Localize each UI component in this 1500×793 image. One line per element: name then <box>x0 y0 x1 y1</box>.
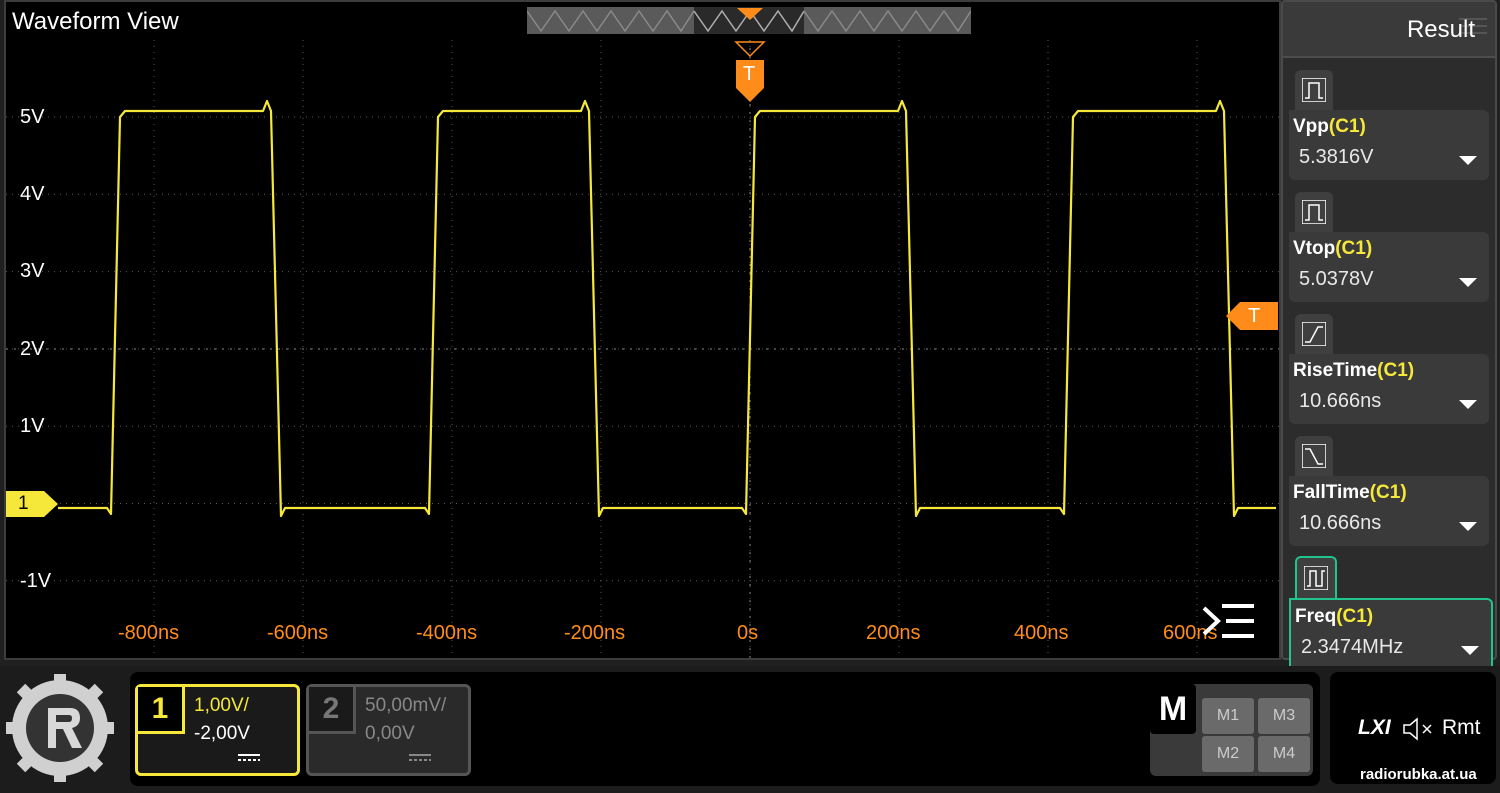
watermark-text: radiorubka.at.ua <box>1360 766 1477 783</box>
math-panel[interactable]: M M1 M3 M2 M4 <box>1150 684 1313 776</box>
result-title: Result <box>1406 16 1475 43</box>
channel-2-button[interactable]: 2 50,00mV/ 0,00V <box>306 684 471 776</box>
pulse-width-icon <box>1295 192 1333 232</box>
lxi-label: LXI <box>1358 716 1391 739</box>
trigger-position-marker[interactable]: T <box>734 40 766 104</box>
channel-scale: 1,00V/ <box>194 695 249 716</box>
channel-1-offset-marker[interactable]: 1 <box>6 491 58 517</box>
y-tick-label: 2V <box>20 338 45 360</box>
chevron-down-icon[interactable] <box>1461 646 1479 655</box>
collapse-menu-icon[interactable] <box>1200 600 1256 642</box>
x-tick-label: -600ns <box>267 622 329 644</box>
speaker-mute-icon[interactable] <box>1402 716 1438 742</box>
math-m4-button[interactable]: M4 <box>1258 736 1310 772</box>
trigger-marker-label: T <box>743 63 756 85</box>
waveform-overview-bar[interactable] <box>527 7 971 34</box>
measurement-value: 10.666ns <box>1299 390 1382 412</box>
waveform-title: Waveform View <box>12 8 179 35</box>
math-m1-button[interactable]: M1 <box>1202 698 1254 734</box>
channel-scale: 50,00mV/ <box>365 695 447 716</box>
channel-1-button[interactable]: 1 1,00V/ -2,00V <box>135 684 300 776</box>
chevron-down-icon[interactable] <box>1459 400 1477 409</box>
chevron-down-icon[interactable] <box>1459 278 1477 287</box>
waveform-plot[interactable] <box>0 0 1281 662</box>
measurement-value: 2.3474MHz <box>1301 636 1404 658</box>
measurement-value: 10.666ns <box>1299 512 1382 534</box>
x-tick-label: -800ns <box>118 622 180 644</box>
x-tick-label: 200ns <box>866 622 921 644</box>
dc-coupling-icon <box>238 754 260 761</box>
channel-offset: -2,00V <box>194 723 250 744</box>
pulse-width-icon <box>1295 70 1333 110</box>
rise-edge-icon <box>1295 314 1333 354</box>
y-tick-label: 5V <box>20 106 45 128</box>
fall-edge-icon <box>1295 436 1333 476</box>
measurement-card-freq[interactable]: Freq(C1) 2.3474MHz <box>1289 556 1493 672</box>
channel-1-marker-label: 1 <box>18 493 29 514</box>
math-label[interactable]: M <box>1150 684 1196 734</box>
x-tick-label: -200ns <box>564 622 626 644</box>
result-header[interactable]: Result <box>1283 2 1495 58</box>
measurement-card-vtop[interactable]: Vtop(C1) 5.0378V <box>1289 192 1489 304</box>
channel-offset: 0,00V <box>365 723 415 744</box>
measurement-name: Vpp(C1) <box>1293 116 1366 137</box>
measurement-value: 5.0378V <box>1299 268 1374 290</box>
channel-number: 2 <box>309 687 356 734</box>
measurement-card-falltime[interactable]: FallTime(C1) 10.666ns <box>1289 436 1489 548</box>
x-tick-label: 400ns <box>1014 622 1069 644</box>
math-m2-button[interactable]: M2 <box>1202 736 1254 772</box>
rigol-logo-button[interactable] <box>4 672 116 784</box>
channel-number: 1 <box>138 687 185 734</box>
y-tick-label: 4V <box>20 183 45 205</box>
measurement-card-vpp[interactable]: Vpp(C1) 5.3816V <box>1289 70 1489 182</box>
math-m3-button[interactable]: M3 <box>1258 698 1310 734</box>
measurement-name: Vtop(C1) <box>1293 238 1373 259</box>
remote-status-label: Rmt <box>1442 716 1481 739</box>
measurement-name: RiseTime(C1) <box>1293 360 1415 381</box>
measurement-name: Freq(C1) <box>1295 606 1374 627</box>
y-tick-label: -1V <box>20 570 52 592</box>
trigger-level-marker[interactable]: T <box>1226 302 1278 330</box>
measurement-card-risetime[interactable]: RiseTime(C1) 10.666ns <box>1289 314 1489 426</box>
measurement-name: FallTime(C1) <box>1293 482 1407 503</box>
x-tick-label: -400ns <box>416 622 478 644</box>
result-panel: Result Vpp(C1) 5.3816V Vtop(C1) 5.0378V … <box>1281 0 1497 672</box>
measurement-value: 5.3816V <box>1299 146 1374 168</box>
x-tick-label: 0s <box>737 622 759 644</box>
chevron-down-icon[interactable] <box>1459 522 1477 531</box>
chevron-down-icon[interactable] <box>1459 156 1477 165</box>
trigger-level-label: T <box>1248 305 1261 327</box>
y-tick-label: 3V <box>20 260 45 282</box>
dc-coupling-icon <box>409 754 431 761</box>
y-tick-label: 1V <box>20 415 45 437</box>
period-icon <box>1295 556 1337 598</box>
channel-1-trace <box>58 99 1276 518</box>
